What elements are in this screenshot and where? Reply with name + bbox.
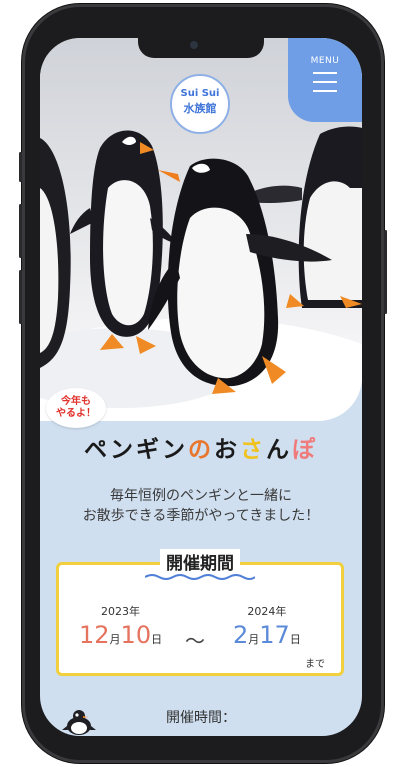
notch	[138, 38, 264, 58]
end-month-unit: 月	[248, 633, 260, 646]
end-month: 2	[233, 621, 249, 649]
menu-button[interactable]: MENU	[288, 38, 362, 122]
silent-switch	[19, 152, 22, 182]
intro-line1: 毎年恒例のペンギンと一緒に	[110, 488, 292, 504]
site-logo[interactable]: Sui Sui 水族館	[170, 74, 230, 134]
title-sa: さ	[240, 437, 266, 463]
title-n: ん	[266, 437, 292, 463]
title-penguin: ペンギン	[84, 437, 188, 463]
intro-text: 毎年恒例のペンギンと一緒に お散歩できる季節がやってきました！	[40, 486, 362, 526]
hamburger-icon	[313, 72, 337, 92]
volume-up-button	[19, 204, 22, 258]
until-label: まで	[305, 659, 325, 670]
logo-text-en: Sui Sui	[180, 88, 220, 99]
power-button	[384, 230, 387, 314]
date-separator: 〜	[185, 629, 205, 653]
announcement-badge: 今年も やるよ！	[46, 388, 106, 428]
end-day: 17	[259, 621, 290, 649]
event-period-box: 開催期間 2023年 12月10日 〜 2024年 2月17日 まで	[56, 549, 344, 676]
start-day-unit: 日	[151, 633, 163, 646]
logo-text-jp: 水族館	[183, 102, 217, 115]
title-po: ぽ	[292, 437, 318, 463]
end-day-unit: 日	[289, 633, 301, 646]
page-title: ペンギンのおさんぽ	[40, 430, 362, 464]
end-year: 2024年	[247, 605, 287, 618]
volume-down-button	[19, 270, 22, 324]
wave-underline-icon	[145, 574, 255, 580]
period-heading-wrap: 開催期間	[59, 549, 341, 574]
badge-line1: 今年も	[61, 396, 91, 407]
front-camera	[190, 41, 198, 49]
start-year: 2023年	[101, 605, 141, 618]
start-month: 12	[79, 621, 110, 649]
start-month-unit: 月	[109, 633, 121, 646]
period-heading: 開催期間	[160, 549, 240, 574]
title-o: お	[214, 437, 240, 463]
event-hours-label: 開催時間：	[166, 710, 236, 726]
end-date: 2024年 2月17日	[233, 603, 301, 649]
intro-line2: お散歩できる季節がやってきました！	[82, 508, 320, 524]
badge-line2: やるよ！	[56, 408, 96, 419]
title-no: の	[188, 437, 214, 463]
phone-screen: MENU Sui Sui 水族館 今年も やるよ！ ペンギンのおさんぽ 毎年恒例…	[40, 38, 362, 736]
menu-label: MENU	[310, 56, 340, 66]
start-day: 10	[120, 621, 152, 649]
start-date: 2023年 12月10日	[79, 603, 162, 649]
